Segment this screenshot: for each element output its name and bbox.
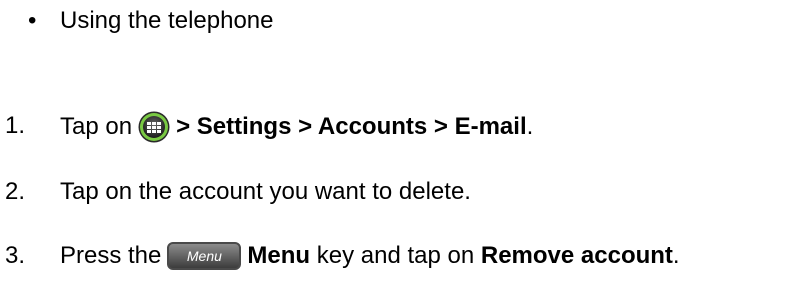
remove-account-label: Remove account — [480, 242, 673, 269]
menu-key-name: Menu — [247, 242, 311, 269]
apps-grid-icon — [138, 111, 170, 143]
step-middle: key and tap on — [316, 242, 475, 269]
step-number: 2. — [5, 178, 26, 205]
step-body: Tap on the account you want to delete. — [60, 177, 471, 207]
step-suffix: . — [526, 113, 534, 140]
menu-key-icon: Menu — [167, 242, 242, 270]
step-prefix: Tap on — [60, 113, 133, 140]
step-prefix: Press the — [60, 242, 162, 269]
bullet-symbol: • — [28, 7, 37, 34]
step-number: 3. — [5, 242, 26, 269]
settings-path: > Settings > Accounts > E-mail — [176, 113, 527, 140]
menu-key-icon-label: Menu — [186, 248, 222, 264]
step-suffix: . — [672, 242, 680, 269]
step-text: Tap on the account you want to delete. — [60, 178, 471, 205]
step-body: Tap on > Settings > Accounts > E-mail. — [60, 111, 533, 143]
bullet-text: Using the telephone — [60, 7, 274, 34]
step-number: 1. — [5, 112, 26, 139]
step-body: Press the Menu Menu key and tap on Remov… — [60, 241, 680, 271]
